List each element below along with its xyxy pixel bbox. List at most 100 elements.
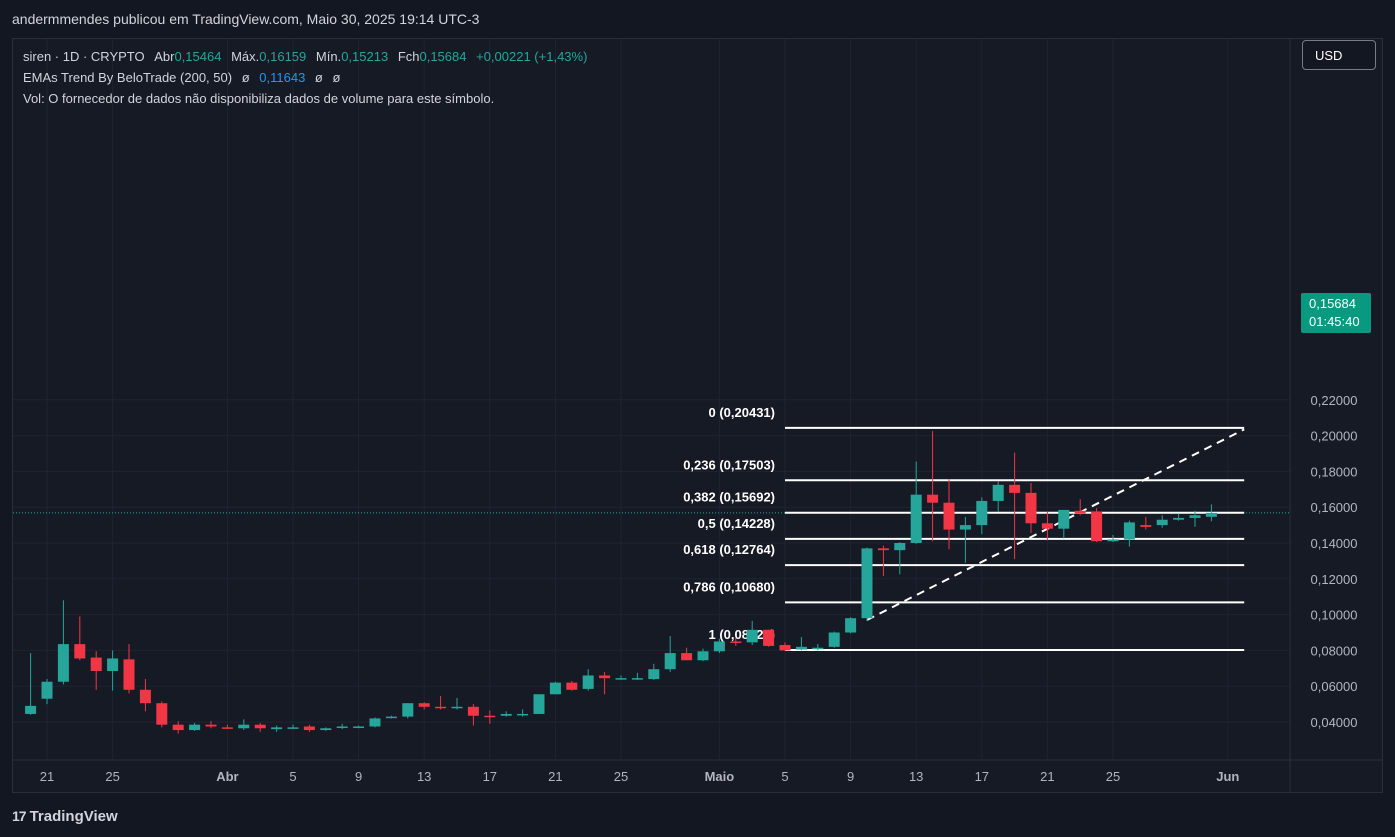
chart-legend: siren · 1D · CRYPTO Abr0,15464 Máx.0,161… xyxy=(23,46,587,109)
candle xyxy=(287,724,299,729)
indicator-null-1: ø xyxy=(241,70,250,85)
candle xyxy=(451,697,463,710)
candle xyxy=(746,620,758,646)
candle xyxy=(845,617,857,634)
volume-row: Vol: O fornecedor de dados não disponibi… xyxy=(23,88,587,109)
y-tick-label: 0,16000 xyxy=(1311,500,1358,515)
candle-body xyxy=(927,494,939,503)
fib-level-label: 0,618 (0,12764) xyxy=(683,542,775,557)
candle-body xyxy=(418,703,430,707)
candle-body xyxy=(139,689,151,704)
grid-layer xyxy=(13,39,1290,760)
candle xyxy=(1091,508,1103,543)
candle-body xyxy=(779,645,791,651)
candle-body xyxy=(467,706,479,716)
candle xyxy=(500,711,512,717)
candle xyxy=(156,701,168,728)
candle-body xyxy=(156,703,168,725)
candle xyxy=(910,461,922,544)
candle-body xyxy=(828,632,840,647)
candle xyxy=(681,647,693,661)
candle-body xyxy=(303,726,315,731)
candle-body xyxy=(713,641,725,652)
candle-body xyxy=(484,715,496,718)
x-tick-label: 9 xyxy=(847,769,854,784)
fib-level-label: 0,236 (0,17503) xyxy=(683,457,775,472)
candle xyxy=(1140,517,1152,530)
candle-body xyxy=(861,548,873,619)
x-tick-label: Maio xyxy=(705,769,735,784)
candle-body xyxy=(1058,509,1070,529)
candle-body xyxy=(877,548,889,551)
candle-body xyxy=(1156,519,1168,526)
tradingview-logo-icon: 17 xyxy=(12,808,27,824)
candle xyxy=(599,671,611,695)
y-tick-label: 0,04000 xyxy=(1311,715,1358,730)
candle xyxy=(221,724,233,729)
candle xyxy=(894,542,906,575)
candle-body xyxy=(812,647,824,650)
candle-body xyxy=(943,502,955,530)
current-price: 0,15684 xyxy=(1309,296,1356,311)
x-tick-label: 9 xyxy=(355,769,362,784)
candle-body xyxy=(435,706,447,709)
candle-body xyxy=(271,727,283,730)
candle xyxy=(172,721,184,734)
candle-body xyxy=(1091,511,1103,542)
y-tick-label: 0,18000 xyxy=(1311,464,1358,479)
indicator-null-3: ø xyxy=(332,70,341,85)
candlestick-chart[interactable]: 0 (0,20431) 0,236 (0,17503) 0,382 (0,15692… xyxy=(0,0,1395,837)
candle-body xyxy=(845,618,857,633)
candle xyxy=(107,650,119,691)
candle xyxy=(402,703,414,719)
change-value: +0,00221 (+1,43%) xyxy=(476,49,588,64)
open-value: 0,15464 xyxy=(174,49,222,64)
candle-body xyxy=(730,641,742,643)
candle-body xyxy=(697,651,709,661)
candle xyxy=(90,651,102,690)
tradingview-logo-text: TradingView xyxy=(29,807,118,825)
candle-body xyxy=(57,644,69,682)
candle-body xyxy=(992,484,1004,501)
candle-body xyxy=(172,724,184,731)
candle xyxy=(566,680,578,691)
x-tick-label: Abr xyxy=(216,769,238,784)
candle-body xyxy=(41,681,53,699)
indicator-name: EMAs Trend By BeloTrade (200, 50) xyxy=(23,70,233,85)
currency-button[interactable]: USD xyxy=(1302,40,1376,70)
indicator-row[interactable]: EMAs Trend By BeloTrade (200, 50) ø 0,11… xyxy=(23,67,587,88)
fib-trend-line xyxy=(866,428,1245,621)
candle xyxy=(336,723,348,730)
candle-body xyxy=(582,675,594,689)
candle xyxy=(664,636,676,672)
high-label: Máx. xyxy=(231,49,260,64)
candle-body xyxy=(90,657,102,671)
candle xyxy=(74,616,86,661)
x-tick-label: 17 xyxy=(483,769,497,784)
candle-body xyxy=(1041,523,1053,529)
candle xyxy=(435,696,447,710)
candle-body xyxy=(599,675,611,679)
candle xyxy=(238,719,250,731)
x-tick-label: Jun xyxy=(1216,769,1239,784)
candle xyxy=(1058,509,1070,539)
y-tick-label: 0,10000 xyxy=(1311,608,1358,623)
candle xyxy=(418,702,430,710)
high-value: 0,16159 xyxy=(259,49,307,64)
candle-body xyxy=(451,706,463,709)
candle xyxy=(139,679,151,712)
candle xyxy=(189,722,201,731)
candle xyxy=(303,724,315,732)
candle xyxy=(1156,515,1168,528)
candle xyxy=(779,642,791,652)
fib-level-label: 0,382 (0,15692) xyxy=(683,490,775,505)
x-tick-label: 13 xyxy=(417,769,431,784)
x-tick-label: 25 xyxy=(1106,769,1120,784)
y-tick-label: 0,08000 xyxy=(1311,643,1358,658)
candle-body xyxy=(1173,517,1185,520)
volume-note: Vol: O fornecedor de dados não disponibi… xyxy=(23,91,495,106)
tradingview-logo[interactable]: 17 TradingView xyxy=(12,806,118,826)
low-value: 0,15213 xyxy=(341,49,389,64)
candle-body xyxy=(1025,492,1037,524)
symbol-label[interactable]: siren · 1D · CRYPTO xyxy=(23,49,145,64)
